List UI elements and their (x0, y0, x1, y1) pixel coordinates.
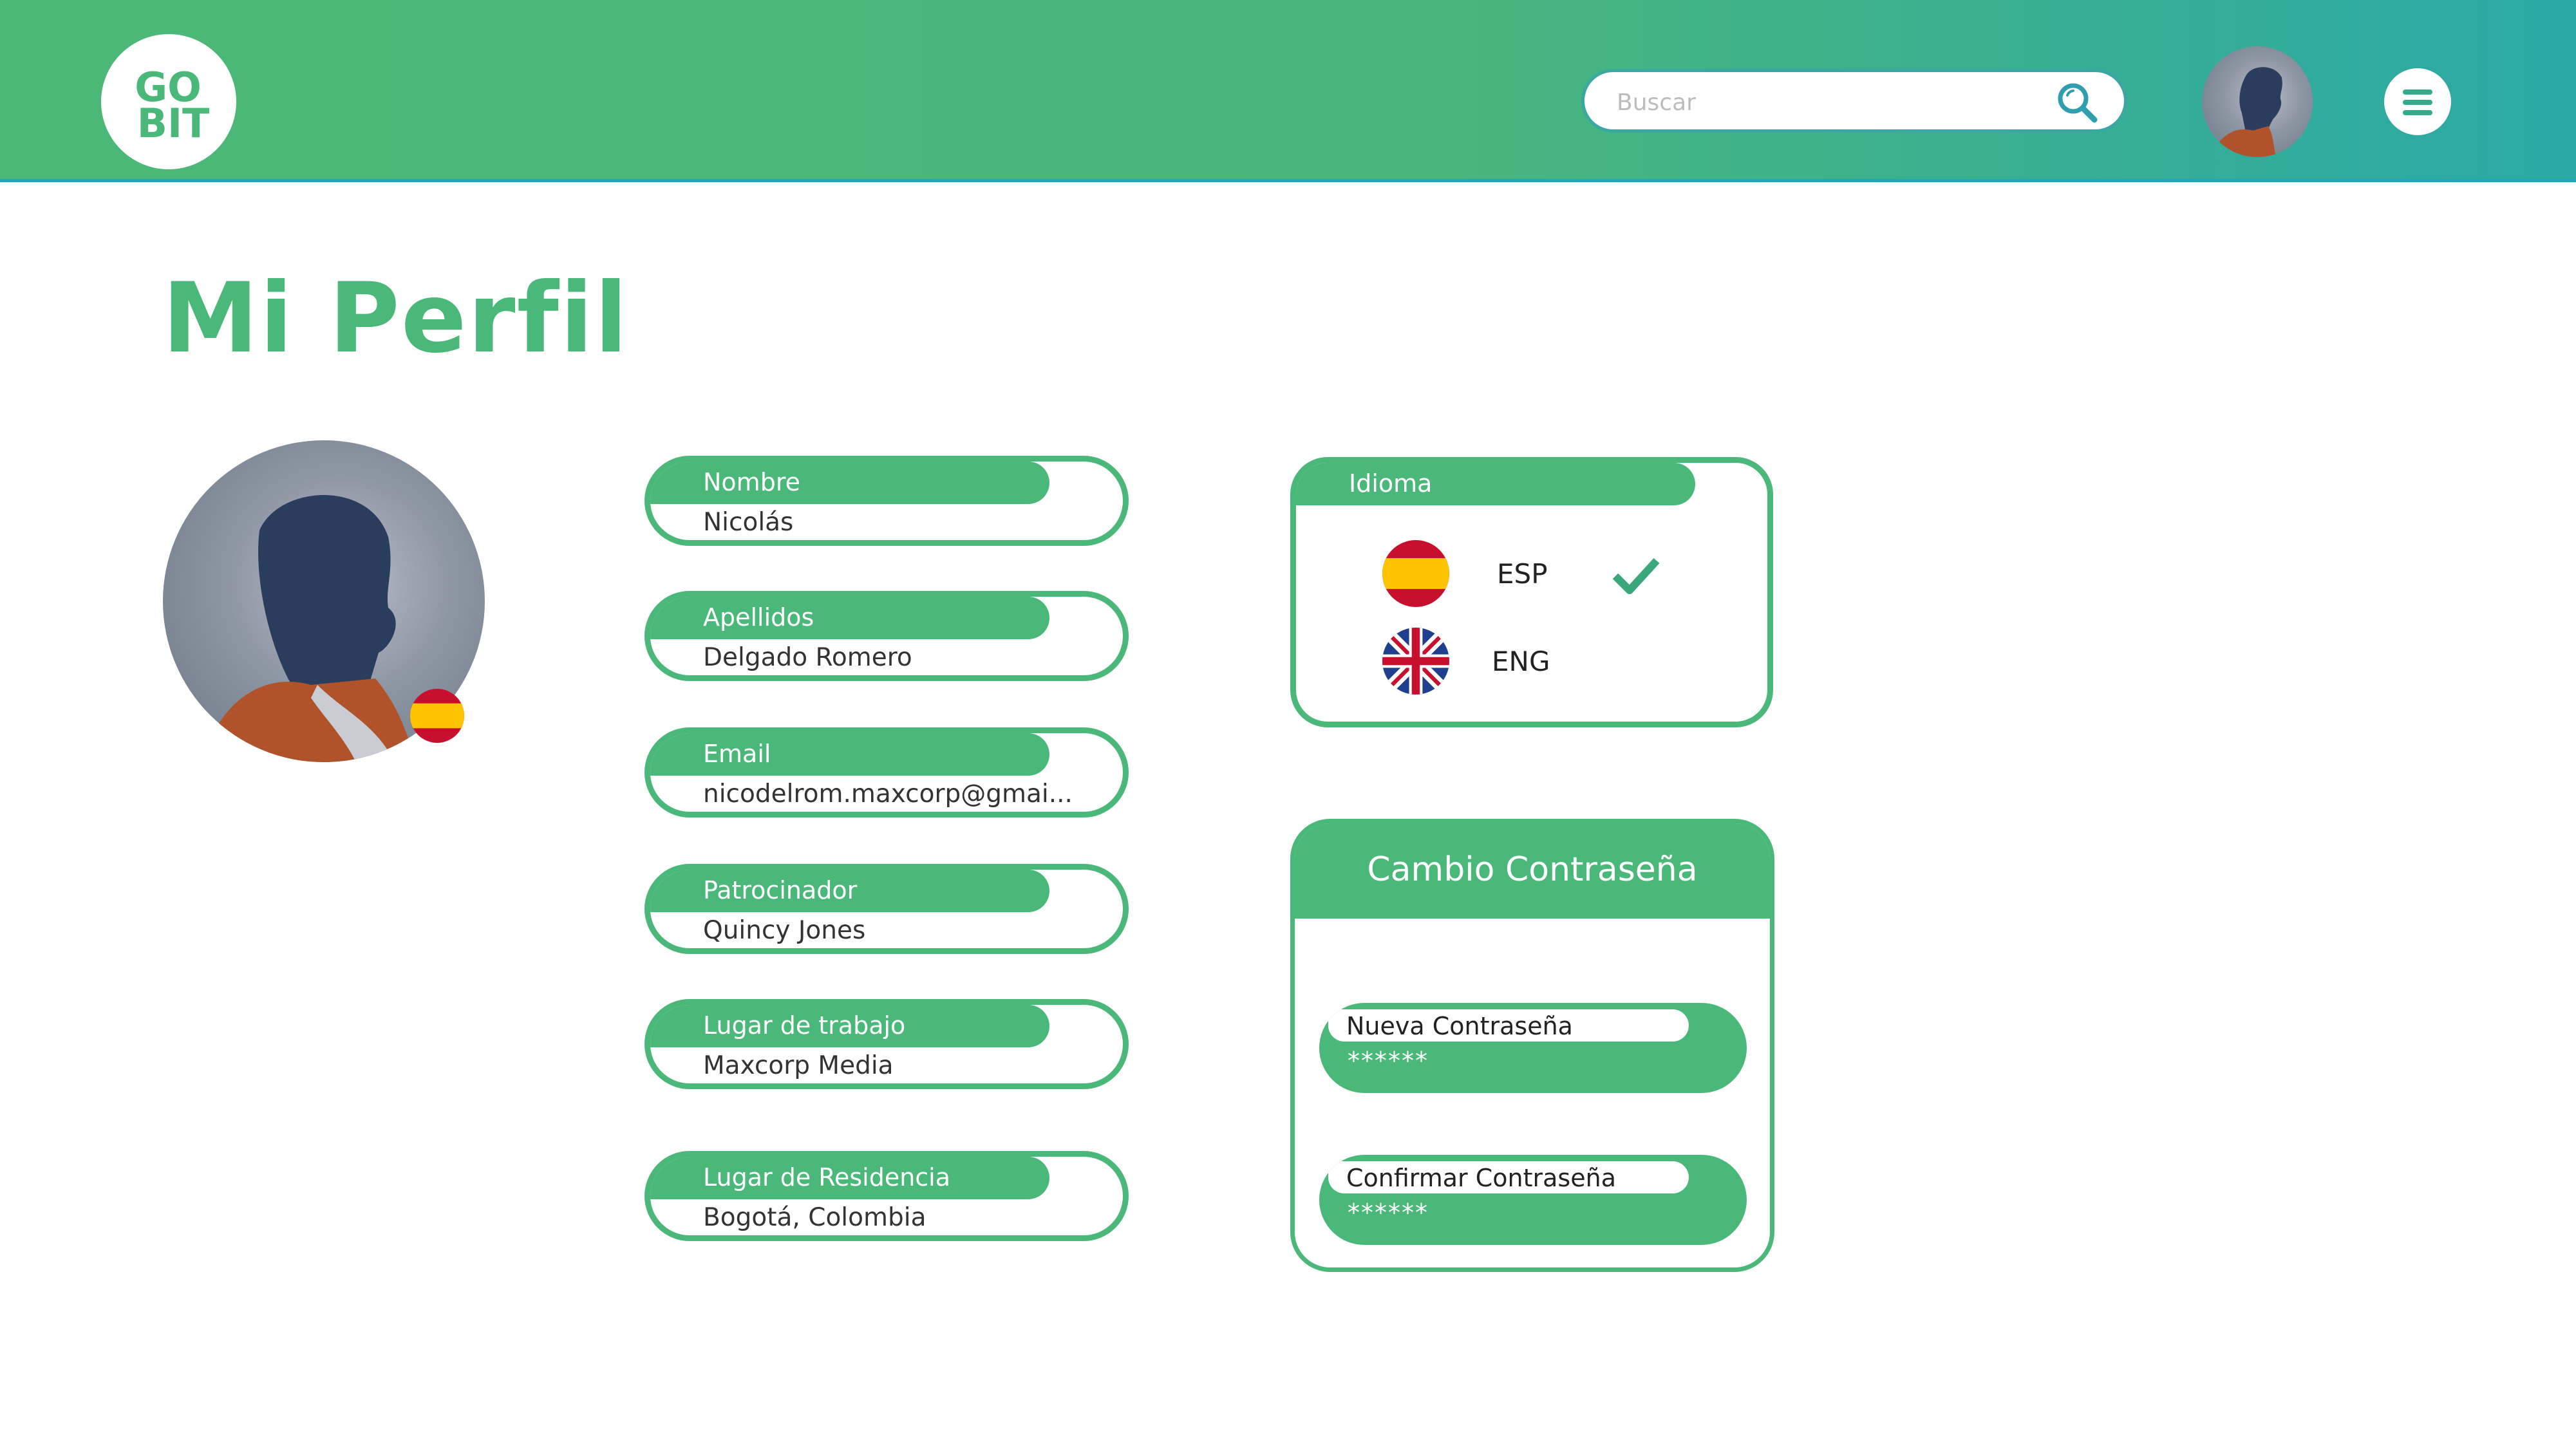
password-panel-header: Cambio Contraseña (1295, 823, 1770, 919)
search-input[interactable] (1615, 84, 2036, 121)
spain-flag-icon (410, 689, 464, 743)
search-bar[interactable] (1581, 69, 2127, 133)
field-label-bar: Lugar de trabajo (650, 1005, 1049, 1047)
field-label: Nombre (703, 468, 800, 496)
password-panel-title: Cambio Contraseña (1367, 850, 1698, 889)
field-lugar-trabajo[interactable]: Lugar de trabajo Maxcorp Media (644, 999, 1129, 1089)
language-label: Idioma (1349, 469, 1433, 498)
new-password-input[interactable]: ****** (1348, 1047, 1429, 1075)
uk-flag-icon[interactable] (1382, 628, 1449, 695)
field-value[interactable]: nicodelrom.maxcorp@gmai... (703, 780, 1073, 809)
field-label-bar: Nombre (650, 462, 1049, 504)
field-label-bar: Confirmar Contraseña (1328, 1161, 1689, 1193)
field-value[interactable]: Maxcorp Media (703, 1051, 894, 1080)
field-apellidos[interactable]: Apellidos Delgado Romero (644, 591, 1129, 681)
field-label-bar: Patrocinador (650, 870, 1049, 912)
field-label-bar: Email (650, 733, 1049, 776)
header-user-avatar[interactable] (2202, 46, 2313, 157)
language-option-eng[interactable]: ENG (1492, 646, 1550, 677)
field-label: Apellidos (703, 603, 814, 631)
field-value[interactable]: Nicolás (703, 508, 793, 537)
field-value[interactable]: Delgado Romero (703, 643, 912, 672)
field-label-bar: Apellidos (650, 597, 1049, 639)
field-label: Lugar de trabajo (703, 1011, 906, 1040)
field-label: Patrocinador (703, 876, 858, 904)
field-patrocinador[interactable]: Patrocinador Quincy Jones (644, 864, 1129, 954)
language-selector: Idioma ESP ENG (1290, 457, 1773, 727)
field-label-bar: Lugar de Residencia (650, 1157, 1049, 1199)
password-change-panel: Cambio Contraseña Nueva Contraseña *****… (1290, 819, 1774, 1272)
field-label: Lugar de Residencia (703, 1163, 951, 1192)
field-label-bar: Nueva Contraseña (1328, 1009, 1689, 1042)
language-label-bar: Idioma (1296, 463, 1695, 505)
field-value[interactable]: Quincy Jones (703, 916, 865, 945)
field-label: Nueva Contraseña (1346, 1012, 1573, 1040)
field-label: Confirmar Contraseña (1346, 1164, 1616, 1192)
search-icon[interactable] (2054, 80, 2100, 125)
new-password-field[interactable]: Nueva Contraseña ****** (1319, 1003, 1747, 1093)
language-option-esp[interactable]: ESP (1497, 558, 1548, 590)
checkmark-icon (1610, 553, 1662, 598)
field-email[interactable]: Email nicodelrom.maxcorp@gmai... (644, 727, 1129, 818)
page-title: Mi Perfil (162, 263, 629, 375)
field-nombre[interactable]: Nombre Nicolás (644, 456, 1129, 546)
field-label: Email (703, 740, 771, 768)
top-header: GO BIT (0, 0, 2576, 182)
spain-flag-icon[interactable] (1382, 540, 1449, 607)
hamburger-menu-icon[interactable] (2384, 68, 2451, 135)
gobit-logo[interactable]: GO BIT (101, 34, 236, 169)
confirm-password-field[interactable]: Confirmar Contraseña ****** (1319, 1155, 1747, 1245)
field-value[interactable]: Bogotá, Colombia (703, 1203, 926, 1232)
field-lugar-residencia[interactable]: Lugar de Residencia Bogotá, Colombia (644, 1151, 1129, 1241)
confirm-password-input[interactable]: ****** (1348, 1199, 1429, 1227)
logo-text-bottom: BIT (137, 100, 210, 147)
